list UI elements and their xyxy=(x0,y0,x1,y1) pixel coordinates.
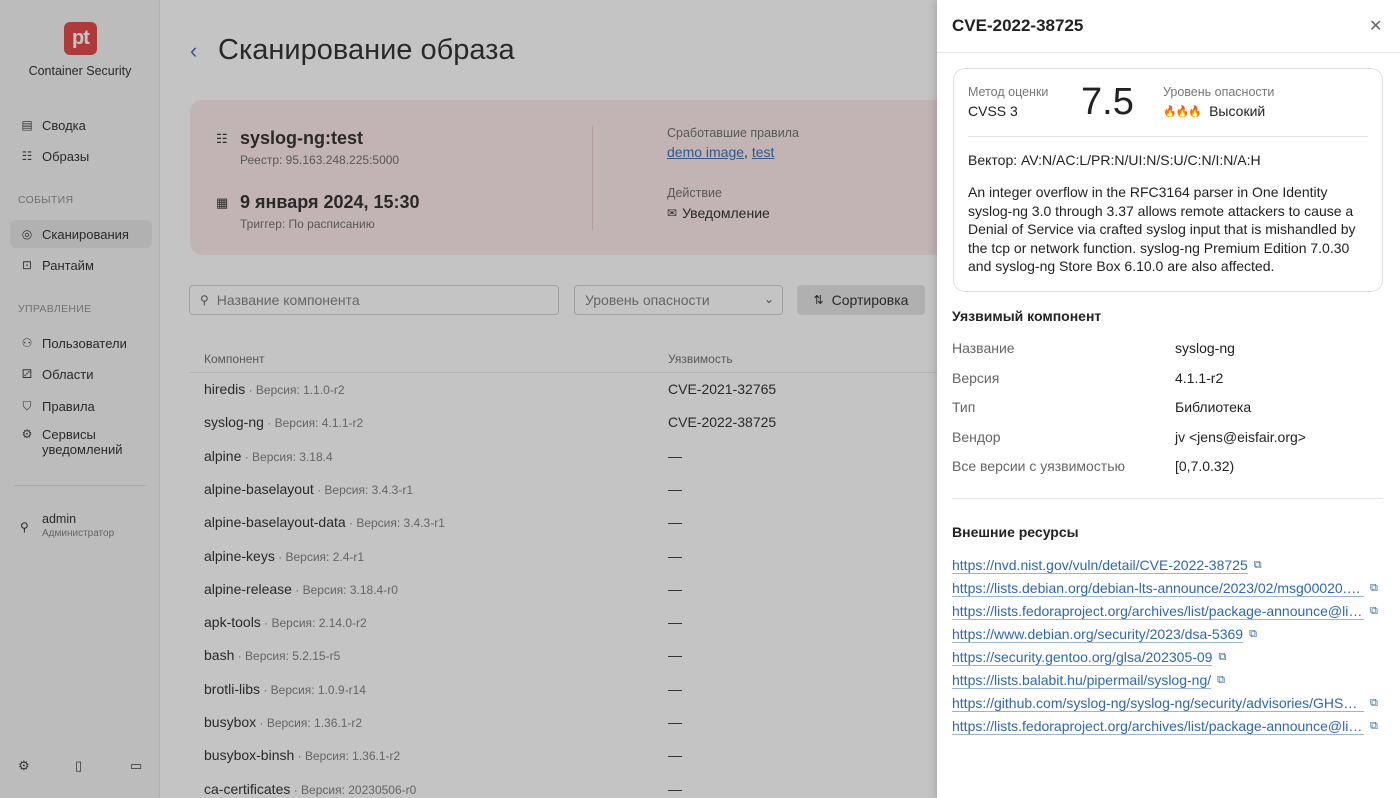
external-resource-link[interactable]: https://nvd.nist.gov/vuln/detail/CVE-202… xyxy=(952,555,1382,575)
cvss-vector: Вектор: AV:N/AC:L/PR:N/UI:N/S:U/C:N/I:N/… xyxy=(968,152,1261,168)
detail-key: Вендор xyxy=(952,428,1001,445)
close-icon[interactable]: ✕ xyxy=(1369,16,1382,36)
link-text: https://github.com/syslog-ng/syslog-ng/s… xyxy=(952,695,1364,713)
cvss-score: 7.5 xyxy=(1081,81,1134,123)
component-detail-row: Тип Библиотека xyxy=(952,399,1382,419)
cve-description: An integer overflow in the RFC3164 parse… xyxy=(968,184,1356,275)
component-section-title: Уязвимый компонент xyxy=(952,308,1102,324)
link-text: https://lists.fedoraproject.org/archives… xyxy=(952,603,1364,620)
panel-title: CVE-2022-38725 xyxy=(952,16,1084,35)
link-text: https://security.gentoo.org/glsa/202305-… xyxy=(952,648,1213,666)
component-detail-row: Все версии с уязвимостью [0,7.0.32) xyxy=(952,458,1382,478)
external-resource-link[interactable]: https://lists.balabit.hu/pipermail/syslo… xyxy=(952,671,1382,691)
detail-value: jv <jens@eisfair.org> xyxy=(1175,428,1306,445)
link-text: https://lists.debian.org/debian-lts-anno… xyxy=(952,579,1364,597)
external-link-icon: ⧉ xyxy=(1370,720,1378,733)
external-link-icon: ⧉ xyxy=(1218,650,1227,663)
external-link-icon: ⧉ xyxy=(1249,627,1257,640)
detail-key: Все версии с уязвимостью xyxy=(952,458,1126,475)
score-card: Метод оценки CVSS 3 7.5 Уровень опасност… xyxy=(953,68,1383,292)
external-resource-link[interactable]: https://lists.fedoraproject.org/archives… xyxy=(952,601,1382,621)
link-text: https://lists.fedoraproject.org/archives… xyxy=(952,718,1364,736)
score-divider xyxy=(968,136,1368,137)
link-text: https://nvd.nist.gov/vuln/detail/CVE-202… xyxy=(952,556,1248,574)
cve-detail-panel: CVE-2022-38725 ✕ Метод оценки CVSS 3 7.5… xyxy=(937,0,1400,798)
app-window: pt Container Security ▤ Сводка ☷ Образы … xyxy=(0,0,1400,798)
external-resource-link[interactable]: https://github.com/syslog-ng/syslog-ng/s… xyxy=(952,694,1382,714)
severity-label: Уровень опасности xyxy=(1163,85,1275,99)
external-link-icon: ⧉ xyxy=(1253,558,1262,571)
external-resource-link[interactable]: https://lists.debian.org/debian-lts-anno… xyxy=(952,578,1382,598)
section-divider xyxy=(952,498,1383,499)
external-link-icon: ⧉ xyxy=(1370,697,1378,710)
method-label: Метод оценки xyxy=(968,85,1049,99)
panel-divider xyxy=(937,52,1400,53)
resources-section-title: Внешние ресурсы xyxy=(952,524,1079,540)
external-resource-link[interactable]: https://www.debian.org/security/2023/dsa… xyxy=(952,624,1382,644)
detail-value: 4.1.1-r2 xyxy=(1175,369,1224,386)
external-resource-link[interactable]: https://security.gentoo.org/glsa/202305-… xyxy=(952,647,1382,667)
modal-overlay[interactable] xyxy=(0,0,937,798)
external-link-icon: ⧉ xyxy=(1370,604,1378,617)
external-link-icon: ⧉ xyxy=(1370,581,1378,594)
component-detail-row: Версия 4.1.1-r2 xyxy=(952,370,1382,390)
detail-key: Название xyxy=(952,340,1015,356)
detail-value: [0,7.0.32) xyxy=(1175,458,1235,475)
component-detail-row: Название syslog-ng xyxy=(952,340,1382,360)
detail-key: Версия xyxy=(952,369,1000,386)
severity-flame-icon: 🔥🔥🔥 xyxy=(1163,105,1202,118)
method-value: CVSS 3 xyxy=(968,103,1018,119)
detail-value: Библиотека xyxy=(1175,399,1252,416)
link-text: https://lists.balabit.hu/pipermail/syslo… xyxy=(952,672,1212,689)
detail-key: Тип xyxy=(952,399,976,416)
detail-value: syslog-ng xyxy=(1175,340,1235,356)
severity-value: Высокий xyxy=(1209,103,1266,119)
external-link-icon: ⧉ xyxy=(1217,674,1225,686)
external-resource-link[interactable]: https://lists.fedoraproject.org/archives… xyxy=(952,717,1382,737)
link-text: https://www.debian.org/security/2023/dsa… xyxy=(952,625,1244,643)
component-detail-row: Вендор jv <jens@eisfair.org> xyxy=(952,429,1382,449)
